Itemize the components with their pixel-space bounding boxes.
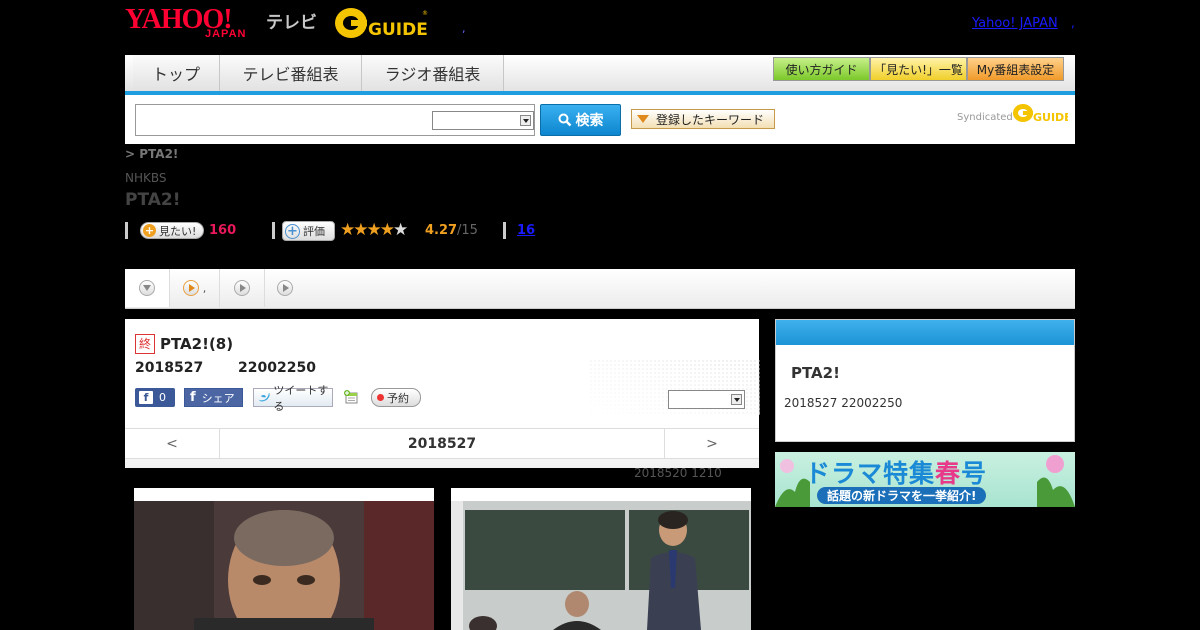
- chevron-down-icon: [139, 280, 155, 296]
- star-rating: ★★★★★: [340, 220, 408, 240]
- page: YAHOO! JAPAN テレビ GUIDE ® , Yahoo! JAPAN …: [0, 0, 1200, 630]
- plus-icon: +: [285, 223, 300, 239]
- episode-select[interactable]: [668, 390, 745, 409]
- play-icon: [234, 280, 250, 296]
- syndicated-gguide-logo: GUIDE: [1013, 104, 1068, 124]
- tweet-button[interactable]: ツイートする: [253, 384, 333, 413]
- episode-title: PTA2!(8): [160, 335, 234, 353]
- svg-text:GUIDE: GUIDE: [1033, 111, 1068, 124]
- syndicated-label: Syndicated: [957, 112, 1013, 123]
- want-button[interactable]: + 見たい!: [140, 222, 204, 239]
- search-button[interactable]: 検索: [540, 104, 621, 136]
- rating-value: 4.27: [425, 223, 458, 238]
- drama-special-banner[interactable]: ドラマ特集春号 話題の新ドラマを一挙紹介!: [775, 452, 1075, 507]
- star-icon: ★: [340, 220, 355, 240]
- rating-count: /15: [457, 223, 478, 238]
- gguide-logo-text: GUIDE: [368, 20, 428, 40]
- page-title: PTA2!: [125, 190, 181, 210]
- divider: [125, 222, 128, 239]
- chevron-down-icon: [731, 394, 742, 405]
- dropdown-arrow-icon: [637, 115, 649, 123]
- divider: [272, 222, 275, 239]
- ended-badge: 終: [135, 334, 155, 354]
- next-date-button[interactable]: >: [664, 429, 759, 458]
- yahoo-japan-link[interactable]: Yahoo! JAPAN: [972, 16, 1058, 31]
- facebook-share-label: シェア: [201, 391, 235, 405]
- search-icon: [558, 113, 571, 127]
- tweet-label: ツイートする: [273, 383, 329, 413]
- updated-timestamp: 2018520 1210: [634, 466, 722, 480]
- reserve-label: 予約: [387, 391, 409, 405]
- facebook-like-count: 0: [159, 391, 166, 404]
- gguide-logo[interactable]: GUIDE ®: [334, 6, 429, 40]
- divider: [503, 222, 506, 239]
- rate-button[interactable]: + 評価: [282, 221, 335, 241]
- banner-season: 春: [935, 459, 962, 488]
- sidebar-card-header: [776, 320, 1074, 345]
- facebook-share-button[interactable]: f シェア: [184, 388, 243, 407]
- my-schedule-button[interactable]: My番組表設定: [967, 57, 1064, 81]
- sub-tabs: ,: [125, 269, 1075, 309]
- channel-name: NHKBS: [125, 171, 167, 185]
- add-calendar-icon[interactable]: [343, 389, 359, 405]
- sub-tab-3[interactable]: [220, 269, 265, 307]
- facebook-like-button[interactable]: f 0: [135, 388, 175, 407]
- sidebar-program-title[interactable]: PTA2!: [791, 364, 840, 382]
- rate-button-label: 評価: [303, 225, 325, 238]
- saved-keywords-label: 登録したキーワード: [656, 112, 765, 127]
- want-count: 160: [209, 223, 237, 238]
- chevron-down-icon: [520, 115, 531, 126]
- sub-tab-2[interactable]: ,: [170, 269, 220, 307]
- prev-date-button[interactable]: <: [125, 429, 220, 458]
- review-count-link[interactable]: 16: [517, 223, 535, 238]
- header-link-dot: ,: [1071, 16, 1075, 30]
- breadcrumb[interactable]: > PTA2!: [125, 147, 178, 161]
- star-icon: ★: [353, 220, 368, 240]
- date-navigator: < 2018527 >: [125, 428, 759, 459]
- want-button-label: 見たい!: [159, 224, 197, 238]
- banner-issue: 号: [961, 459, 988, 488]
- episode-photo[interactable]: [451, 488, 751, 630]
- facebook-icon: f: [139, 391, 153, 404]
- saved-keywords-button[interactable]: 登録したキーワード: [631, 109, 775, 129]
- svg-text:®: ®: [422, 10, 428, 17]
- guide-button[interactable]: 使い方ガイド: [773, 57, 870, 81]
- banner-headline: ドラマ特集春号: [805, 454, 987, 490]
- star-icon: ★: [379, 220, 395, 240]
- twitter-bird-icon: [258, 393, 270, 402]
- header-dot: ,: [462, 22, 466, 35]
- search-select[interactable]: [432, 111, 534, 130]
- nav-tab-top[interactable]: トップ: [133, 55, 220, 91]
- japan-logo: JAPAN: [205, 28, 247, 40]
- play-icon: [277, 280, 293, 296]
- sidebar-program-date: 2018527 22002250: [784, 396, 903, 410]
- episode-time: 22002250: [238, 360, 316, 376]
- star-icon: ★: [393, 220, 408, 240]
- sub-tab-4[interactable]: [265, 269, 305, 307]
- tv-label[interactable]: テレビ: [266, 8, 317, 33]
- episode-photo[interactable]: [134, 488, 434, 630]
- reserve-button[interactable]: 予約: [371, 388, 421, 407]
- main-nav: トップ テレビ番組表 ラジオ番組表 使い方ガイド 「見たい!」一覧 My番組表設…: [125, 55, 1075, 95]
- want-list-button[interactable]: 「見たい!」一覧: [870, 57, 967, 81]
- banner-subline: 話題の新ドラマを一挙紹介!: [817, 487, 987, 504]
- star-icon: ★: [366, 220, 382, 240]
- record-icon: [377, 394, 384, 401]
- sub-tab-1[interactable]: [125, 269, 170, 307]
- nav-tab-tv-schedule[interactable]: テレビ番組表: [220, 55, 362, 91]
- search-button-label: 検索: [575, 113, 604, 129]
- episode-date: 2018527: [135, 360, 204, 376]
- sub-tab-2-label: ,: [202, 281, 207, 295]
- current-date: 2018527: [407, 435, 477, 452]
- banner-headline-text: ドラマ特集: [805, 459, 936, 488]
- nav-tab-radio-schedule[interactable]: ラジオ番組表: [362, 55, 504, 91]
- play-icon: [182, 280, 199, 296]
- facebook-icon: f: [190, 390, 196, 405]
- plus-icon: +: [143, 224, 156, 237]
